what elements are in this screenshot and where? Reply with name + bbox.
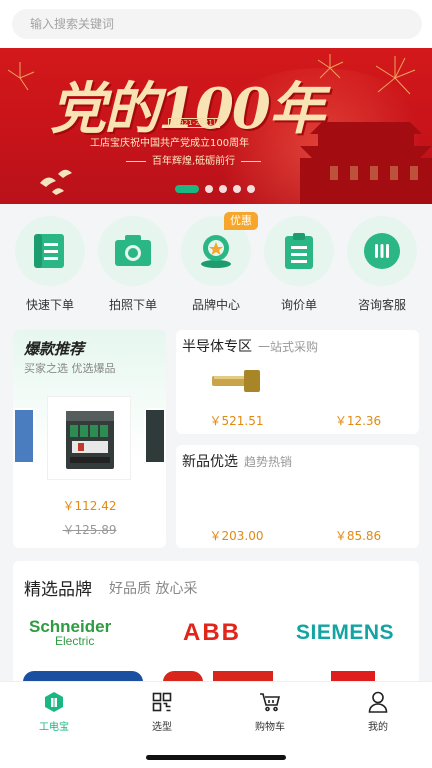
carousel-dot[interactable]: [247, 185, 255, 193]
schneider-logo[interactable]: Schneider Electric: [29, 618, 111, 649]
promo-badge: 优惠: [224, 212, 258, 230]
tab-profile-label: 我的: [368, 722, 388, 733]
camera-icon: [98, 216, 168, 286]
tab-home[interactable]: 工电宝: [14, 690, 94, 733]
customer-service-button[interactable]: 咨询客服: [344, 216, 420, 313]
inquiry-button[interactable]: 询价单: [261, 216, 337, 313]
banner-line1: 工店宝庆祝中国共产党成立100周年: [90, 138, 250, 149]
carousel-dot[interactable]: [205, 185, 213, 193]
banner-headline: 党的100年: [50, 76, 325, 142]
carousel-dot[interactable]: [233, 185, 241, 193]
bolt-product-image[interactable]: [208, 366, 266, 394]
home-indicator: [146, 755, 286, 760]
featured-brands-card: 精选品牌 好品质 放心采 Schneider Electric ABB SIEME…: [13, 561, 419, 701]
new-products-subtitle: 趋势热销: [244, 455, 293, 469]
next-product-image[interactable]: [144, 408, 166, 464]
brands-title: 精选品牌: [24, 580, 92, 600]
carousel-dots[interactable]: [175, 185, 255, 193]
new-products-title: 新品优选 趋势热销: [182, 451, 292, 471]
brand-center-label: 品牌中心: [191, 298, 240, 312]
semiconductor-price-1: ￥521.51: [209, 414, 264, 428]
prev-product-image[interactable]: [13, 408, 35, 464]
tab-selection[interactable]: 选型: [122, 690, 202, 733]
semiconductor-subtitle: 一站式采购: [258, 340, 319, 354]
brand-center-button[interactable]: 品牌中心: [178, 216, 254, 313]
tab-home-label: 工电宝: [39, 722, 69, 733]
carousel-dot[interactable]: [175, 185, 199, 193]
electric-logo-text: Electric: [55, 634, 95, 648]
carousel-dot[interactable]: [219, 185, 227, 193]
quick-menu: 快速下单 拍照下单 品牌中心 询价单 咨询客服: [0, 204, 432, 326]
tab-cart[interactable]: 购物车: [230, 690, 310, 733]
banner-line2: 百年辉煌,砥砺前行: [120, 152, 267, 167]
search-input[interactable]: 输入搜索关键词: [12, 9, 422, 39]
customer-service-label: 咨询客服: [357, 298, 406, 312]
quick-order-label: 快速下单: [25, 298, 74, 312]
cart-icon: [230, 690, 310, 714]
new-products-price-2: ￥85.86: [334, 529, 382, 543]
semiconductor-card[interactable]: 半导体专区 一站式采购 ￥521.51 ￥12.36: [176, 330, 419, 434]
hot-old-price: ￥125.89: [62, 523, 117, 537]
search-bar: 输入搜索关键词: [0, 0, 432, 48]
semiconductor-price-2: ￥12.36: [334, 414, 382, 428]
siemens-logo[interactable]: SIEMENS: [296, 621, 394, 645]
inquiry-label: 询价单: [280, 298, 317, 312]
hot-picks-card[interactable]: 爆款推荐 买家之选 优选爆品 ￥112.42 ￥125.89: [13, 330, 166, 548]
customer-service-icon: [347, 216, 417, 286]
hot-price: ￥112.42: [62, 499, 117, 513]
new-products-title-text: 新品优选: [182, 454, 238, 470]
semiconductor-title: 半导体专区 一站式采购: [182, 336, 318, 356]
abb-logo[interactable]: ABB: [183, 619, 241, 647]
new-products-card[interactable]: 新品优选 趋势热销 ￥203.00 ￥85.86: [176, 445, 419, 548]
user-icon: [338, 690, 418, 714]
brands-subtitle: 好品质 放心采: [109, 581, 198, 597]
banner-years: [1921-2021]: [168, 118, 220, 128]
inquiry-icon: [264, 216, 334, 286]
contactor-product-image[interactable]: [47, 396, 131, 480]
home-icon: [14, 690, 94, 714]
hot-picks-title: 爆款推荐: [24, 340, 85, 358]
hot-picks-subtitle: 买家之选 优选爆品: [24, 362, 116, 375]
quick-order-icon: [15, 216, 85, 286]
photo-order-label: 拍照下单: [108, 298, 157, 312]
banner-carousel[interactable]: 党的100年 [1921-2021] 工店宝庆祝中国共产党成立100周年 百年辉…: [0, 48, 432, 204]
new-products-price-1: ￥203.00: [209, 529, 264, 543]
tab-profile[interactable]: 我的: [338, 690, 418, 733]
tab-selection-label: 选型: [152, 722, 172, 733]
photo-order-button[interactable]: 拍照下单: [95, 216, 171, 313]
semiconductor-title-text: 半导体专区: [182, 339, 252, 355]
tab-cart-label: 购物车: [255, 722, 285, 733]
grid-icon: [122, 690, 202, 714]
quick-order-button[interactable]: 快速下单: [12, 216, 88, 313]
